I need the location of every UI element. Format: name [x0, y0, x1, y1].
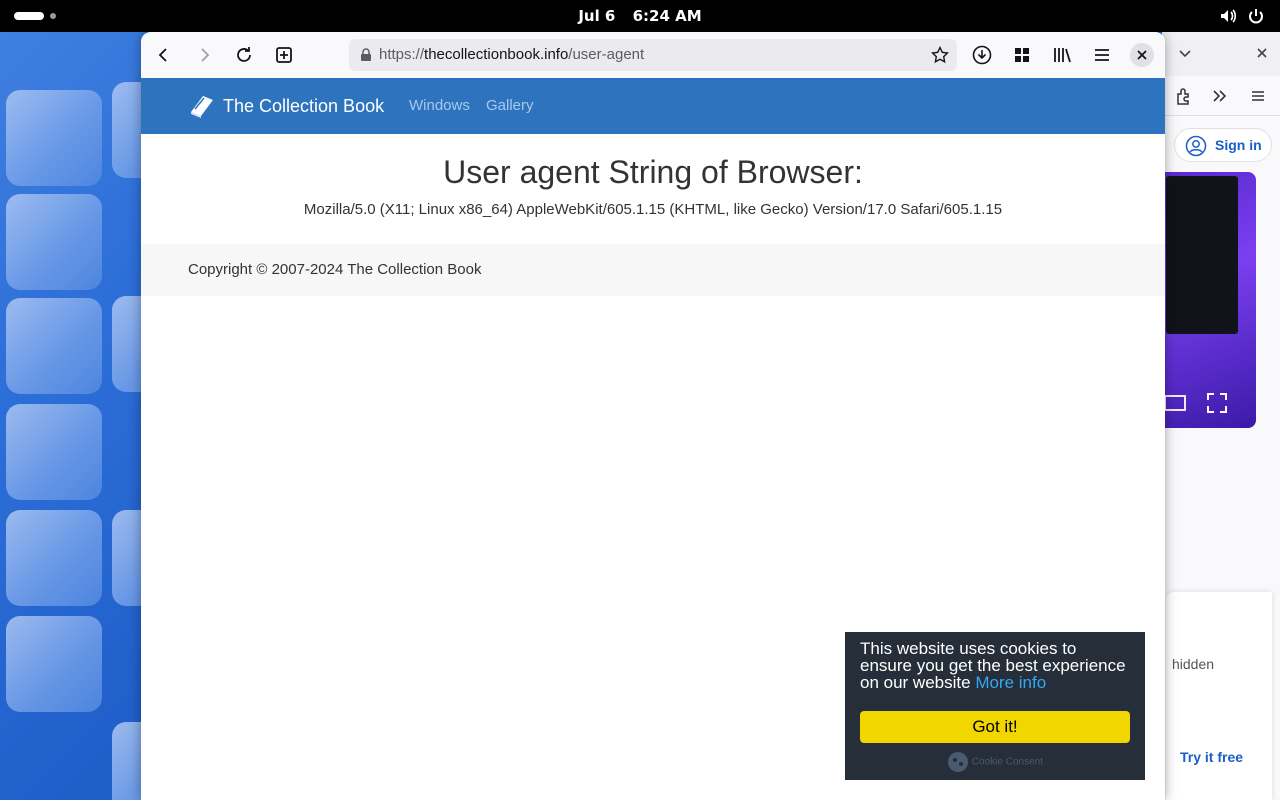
- fullscreen-icon[interactable]: [1206, 392, 1228, 414]
- account-icon: [1185, 135, 1207, 157]
- wallpaper-shape: [6, 616, 102, 712]
- wallpaper-shape: [6, 194, 102, 290]
- site-brand-link[interactable]: The Collection Book: [187, 78, 384, 134]
- url-bar[interactable]: https://thecollectionbook.info/user-agen…: [349, 39, 957, 71]
- bookmark-star-icon[interactable]: [931, 46, 949, 64]
- menu-icon[interactable]: [1248, 86, 1268, 106]
- forward-button[interactable]: [189, 40, 219, 70]
- browser-window: https://thecollectionbook.info/user-agen…: [141, 32, 1165, 800]
- library-icon: [1054, 48, 1071, 63]
- browser-toolbar: https://thecollectionbook.info/user-agen…: [141, 32, 1165, 78]
- window-close-button[interactable]: [1130, 43, 1154, 67]
- user-agent-string: Mozilla/5.0 (X11; Linux x86_64) AppleWeb…: [303, 201, 1003, 218]
- wallpaper-shape: [6, 404, 102, 500]
- sign-in-button[interactable]: Sign in: [1174, 128, 1272, 162]
- close-icon: [1137, 50, 1147, 60]
- background-tab-strip: [1162, 32, 1280, 76]
- overflow-chevrons-icon[interactable]: [1210, 86, 1230, 106]
- cookie-consent-banner: This website uses cookies to ensure you …: [845, 632, 1145, 780]
- cookie-more-info-link[interactable]: More info: [975, 673, 1046, 692]
- close-icon[interactable]: [1256, 47, 1268, 59]
- book-logo-icon: [191, 96, 213, 118]
- extensions-grid-icon: [1015, 48, 1029, 62]
- url-path: /user-agent: [568, 46, 645, 63]
- site-footer: Copyright © 2007-2024 The Collection Boo…: [141, 244, 1165, 296]
- wallpaper-shape: [6, 510, 102, 606]
- chevron-down-icon[interactable]: [1178, 46, 1192, 60]
- try-it-free-link[interactable]: Try it free: [1180, 749, 1243, 765]
- cookie-consent-credit[interactable]: Cookie Consent: [860, 751, 1130, 773]
- copyright-text: Copyright © 2007-2024 The Collection Boo…: [188, 261, 482, 278]
- extensions-button[interactable]: [1007, 40, 1037, 70]
- app-menu-button[interactable]: [1087, 40, 1117, 70]
- site-brand-name: The Collection Book: [223, 95, 385, 116]
- new-tab-icon: [276, 47, 292, 63]
- main-content: User agent String of Browser: Mozilla/5.…: [141, 134, 1165, 244]
- clock-time: 6:24 AM: [632, 7, 702, 25]
- desktop-wallpaper: [0, 32, 145, 800]
- sign-in-label: Sign in: [1215, 137, 1262, 153]
- url-scheme: https://: [379, 46, 425, 63]
- file-manager-preview: [1166, 176, 1238, 334]
- cookie-accept-button[interactable]: Got it!: [860, 711, 1130, 743]
- downloads-button[interactable]: [967, 40, 997, 70]
- nav-link-windows[interactable]: Windows: [409, 78, 470, 134]
- background-browser-window[interactable]: Sign in hidden Try it free: [1162, 32, 1280, 800]
- power-icon[interactable]: [1246, 6, 1266, 26]
- wallpaper-shape: [6, 90, 102, 186]
- url-host: thecollectionbook.info: [424, 46, 569, 63]
- library-button[interactable]: [1047, 40, 1077, 70]
- lock-icon[interactable]: [359, 48, 373, 62]
- arrow-right-icon: [201, 48, 210, 62]
- clock[interactable]: Jul 6 6:24 AM: [560, 0, 720, 32]
- background-toolbar: [1162, 76, 1280, 116]
- extensions-icon[interactable]: [1174, 86, 1194, 106]
- workspace-dot[interactable]: [50, 13, 56, 19]
- background-card: [1166, 592, 1272, 800]
- download-icon: [972, 45, 992, 65]
- arrow-left-icon: [158, 48, 167, 62]
- cookie-credit-label: Cookie Consent: [971, 756, 1043, 768]
- clock-date: Jul 6: [578, 7, 616, 25]
- new-tab-button[interactable]: [269, 40, 299, 70]
- pip-icon[interactable]: [1164, 394, 1186, 412]
- reload-button[interactable]: [229, 40, 259, 70]
- site-navbar: The Collection Book Windows Gallery: [141, 78, 1165, 134]
- nav-link-gallery[interactable]: Gallery: [486, 78, 534, 134]
- back-button[interactable]: [149, 40, 179, 70]
- system-top-bar: Jul 6 6:24 AM: [0, 0, 1280, 32]
- activities-indicator[interactable]: [14, 12, 44, 20]
- page-heading: User agent String of Browser:: [443, 154, 863, 190]
- cookie-consent-logo-icon: [948, 752, 969, 772]
- volume-icon[interactable]: [1218, 6, 1238, 26]
- partial-text: hidden: [1172, 656, 1215, 672]
- hamburger-menu-icon: [1095, 49, 1109, 61]
- video-thumbnail[interactable]: [1162, 172, 1256, 428]
- wallpaper-shape: [6, 298, 102, 394]
- reload-icon: [237, 47, 251, 62]
